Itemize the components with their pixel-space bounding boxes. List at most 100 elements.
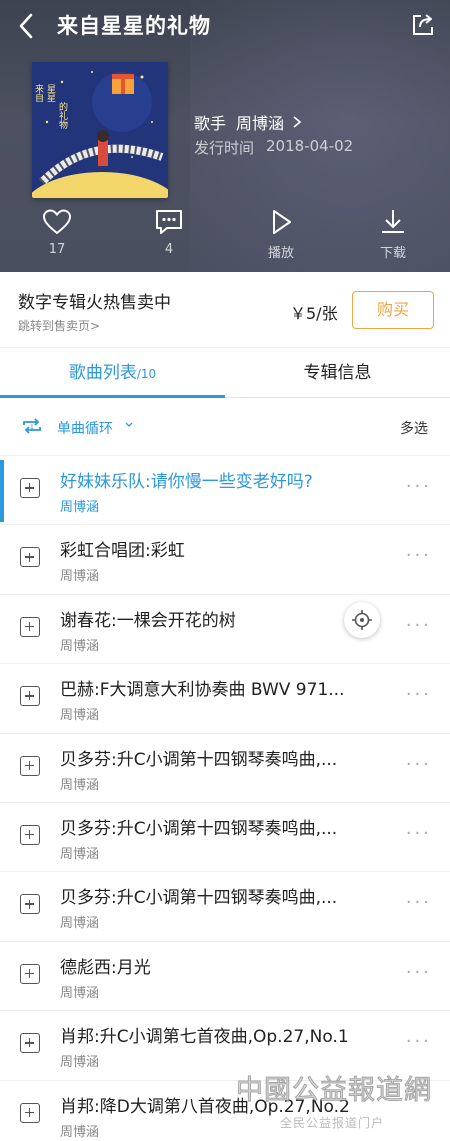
play-mode-bar: 1 单曲循环 多选 — [0, 398, 450, 456]
release-label: 发行时间 — [194, 139, 255, 157]
song-row[interactable]: 谢春花:一棵会开花的树 周博涵 ··· — [0, 594, 450, 665]
song-title: 贝多芬:升C小调第十四钢琴奏鸣曲,... — [60, 888, 338, 909]
more-icon[interactable]: ··· — [406, 755, 432, 773]
more-icon[interactable]: ··· — [406, 824, 432, 842]
release-row: 发行时间 2018-04-02 — [194, 137, 353, 158]
svg-text:来自: 来自 — [33, 84, 44, 103]
add-icon[interactable] — [20, 547, 40, 568]
song-artist: 周博涵 — [60, 638, 100, 654]
song-artist: 周博涵 — [60, 916, 100, 932]
buy-button[interactable]: 购买 — [352, 291, 434, 329]
more-icon[interactable]: ··· — [406, 963, 432, 981]
download-icon — [382, 210, 404, 233]
add-icon[interactable] — [20, 616, 40, 637]
artist-name: 周博涵 — [236, 114, 285, 133]
tab-song-list-label: 歌曲列表 — [68, 363, 137, 383]
song-row[interactable]: 彩虹合唱团:彩虹 周博涵 ··· — [0, 525, 450, 595]
song-artist: 周博涵 — [60, 500, 100, 515]
song-row[interactable]: 巴赫:F大调意大利协奏曲 BWV 971... 周博涵 ··· — [0, 664, 450, 734]
song-row[interactable]: 贝多芬:升C小调第十四钢琴奏鸣曲,... 周博涵 ··· — [0, 872, 450, 942]
locate-playing-button[interactable] — [344, 602, 380, 638]
price: ￥5/张 — [290, 304, 338, 323]
chevron-down-icon[interactable] — [124, 420, 134, 430]
release-date: 2018-04-02 — [266, 137, 354, 155]
share-icon — [413, 14, 433, 35]
tab-bar: 歌曲列表/10 专辑信息 — [0, 348, 450, 398]
sale-title: 数字专辑火热售卖中 — [18, 293, 171, 313]
song-row[interactable]: 肖邦:降D大调第八首夜曲,Op.27,No.2 周博涵 — [0, 1080, 450, 1141]
play-mode-label[interactable]: 单曲循环 — [57, 418, 113, 438]
add-icon[interactable] — [20, 824, 40, 845]
song-row[interactable]: 德彪西:月光 周博涵 ··· — [0, 941, 450, 1012]
album-header: 来自星星的礼物 来自 星星 的礼物 歌手 周博涵 发行时间 2018-04-02… — [0, 0, 450, 272]
add-icon[interactable] — [20, 1033, 40, 1054]
play-label: 播放 — [267, 246, 294, 261]
add-icon[interactable] — [20, 1102, 40, 1123]
svg-text:的礼物: 的礼物 — [57, 101, 68, 130]
svg-text:星星: 星星 — [45, 84, 56, 102]
song-artist: 周博涵 — [60, 846, 100, 862]
artist-label: 歌手 — [194, 114, 227, 133]
comment-icon — [156, 210, 182, 234]
song-title: 贝多芬:升C小调第十四钢琴奏鸣曲,... — [60, 818, 338, 839]
play-icon — [273, 210, 291, 234]
song-row[interactable]: 贝多芬:升C小调第十四钢琴奏鸣曲,... 周博涵 ··· — [0, 802, 450, 873]
song-title: 德彪西:月光 — [60, 957, 151, 978]
add-icon[interactable] — [20, 963, 40, 984]
artist-row[interactable]: 歌手 周博涵 — [194, 110, 304, 134]
heart-icon — [42, 209, 72, 235]
more-icon[interactable]: ··· — [406, 894, 432, 912]
song-row[interactable]: 贝多芬:升C小调第十四钢琴奏鸣曲,... 周博涵 ··· — [0, 733, 450, 803]
song-title: 彩虹合唱团:彩虹 — [60, 541, 185, 562]
back-icon — [19, 13, 33, 39]
repeat-one-icon[interactable]: 1 — [20, 416, 44, 436]
song-artist: 周博涵 — [60, 1124, 100, 1140]
add-icon[interactable] — [20, 478, 40, 498]
svg-text:1: 1 — [30, 424, 34, 431]
more-icon[interactable]: ··· — [406, 478, 432, 496]
song-title: 好妹妹乐队:请你慢一些变老好吗? — [60, 472, 313, 492]
song-title: 巴赫:F大调意大利协奏曲 BWV 971... — [60, 680, 345, 701]
download-label: 下载 — [379, 246, 406, 261]
add-icon[interactable] — [20, 686, 40, 707]
song-artist: 周博涵 — [60, 1055, 100, 1071]
play-button[interactable]: 播放 — [251, 208, 311, 261]
tab-album-info[interactable]: 专辑信息 — [225, 348, 450, 398]
song-artist: 周博涵 — [60, 569, 100, 585]
song-title: 贝多芬:升C小调第十四钢琴奏鸣曲,... — [60, 749, 338, 770]
multi-select-button[interactable]: 多选 — [400, 418, 428, 438]
more-icon[interactable]: ··· — [406, 616, 432, 634]
add-icon[interactable] — [20, 894, 40, 915]
comment-count: 4 — [164, 242, 174, 257]
song-title: 肖邦:降D大调第八首夜曲,Op.27,No.2 — [60, 1096, 350, 1117]
song-row[interactable]: 好妹妹乐队:请你慢一些变老好吗? 周博涵 ··· — [0, 456, 450, 526]
song-row[interactable]: 肖邦:升C小调第七首夜曲,Op.27,No.1 周博涵 ··· — [0, 1011, 450, 1081]
action-bar: 17 4 播放 下载 — [0, 208, 450, 268]
page-title: 来自星星的礼物 — [57, 14, 211, 38]
sale-banner: 数字专辑火热售卖中 跳转到售卖页> ￥5/张 购买 — [0, 272, 450, 348]
album-cover[interactable]: 来自 星星 的礼物 — [32, 62, 168, 198]
more-icon[interactable]: ··· — [406, 547, 432, 565]
tab-album-info-label: 专辑信息 — [303, 363, 372, 383]
locate-icon — [352, 610, 372, 630]
sale-page-link[interactable]: 跳转到售卖页> — [18, 317, 100, 334]
back-button[interactable] — [12, 10, 42, 42]
song-artist: 周博涵 — [60, 708, 100, 724]
share-button[interactable] — [410, 12, 436, 38]
song-list: 好妹妹乐队:请你慢一些变老好吗? 周博涵 ··· 彩虹合唱团:彩虹 周博涵 ··… — [0, 456, 450, 1141]
like-button[interactable]: 17 — [27, 208, 87, 257]
more-icon[interactable]: ··· — [406, 686, 432, 704]
tab-song-list[interactable]: 歌曲列表/10 — [0, 348, 225, 398]
add-icon[interactable] — [20, 755, 40, 776]
top-bar: 来自星星的礼物 — [0, 0, 450, 52]
comment-button[interactable]: 4 — [139, 208, 199, 257]
song-artist: 周博涵 — [60, 985, 100, 1001]
chevron-right-icon — [293, 116, 302, 128]
song-title: 肖邦:升C小调第七首夜曲,Op.27,No.1 — [60, 1027, 349, 1048]
more-icon[interactable]: ··· — [406, 1033, 432, 1051]
album-cover-art: 来自 星星 的礼物 — [32, 62, 168, 198]
download-button[interactable]: 下载 — [363, 208, 423, 261]
song-artist: 周博涵 — [60, 777, 100, 793]
like-count: 17 — [48, 242, 66, 257]
song-title: 谢春花:一棵会开花的树 — [60, 610, 236, 631]
